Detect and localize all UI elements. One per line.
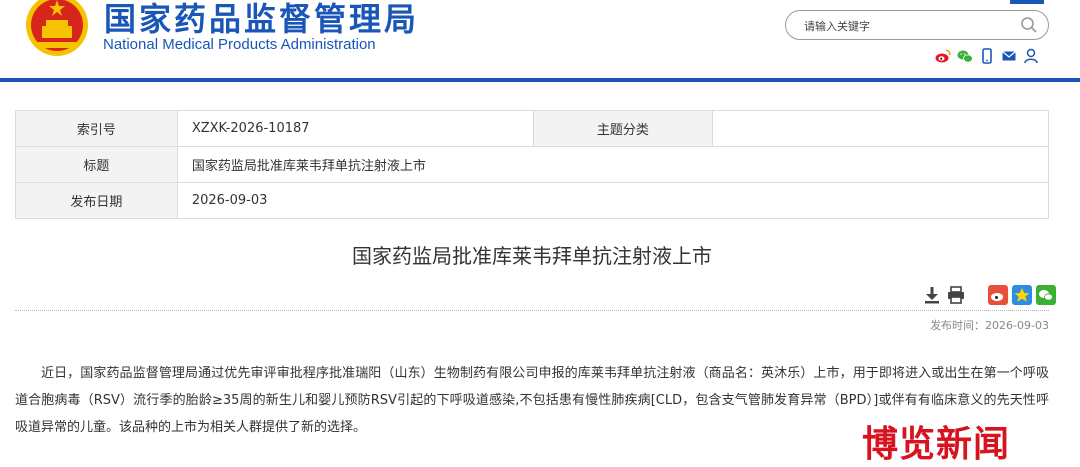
download-icon[interactable] xyxy=(922,285,942,305)
search-input[interactable] xyxy=(802,15,1016,37)
index-value: XZXK-2026-10187 xyxy=(176,110,534,147)
header-divider xyxy=(0,78,1080,82)
search-icon[interactable] xyxy=(1020,16,1038,34)
national-emblem-icon xyxy=(26,0,88,56)
wechat-icon[interactable] xyxy=(957,48,973,64)
table-row: 标题 国家药监局批准库莱韦拜单抗注射液上市 xyxy=(15,146,1050,183)
category-label: 主题分类 xyxy=(532,110,714,147)
date-label: 发布日期 xyxy=(15,182,178,219)
publish-time-value: 2026-09-03 xyxy=(985,319,1049,332)
article-title: 国家药监局批准库莱韦拜单抗注射液上市 xyxy=(352,244,712,268)
info-table: 索引号 XZXK-2026-10187 主题分类 标题 国家药监局批准库莱韦拜单… xyxy=(15,110,1050,219)
weibo-icon[interactable] xyxy=(935,48,951,64)
mobile-icon[interactable] xyxy=(979,48,995,64)
article-toolbar xyxy=(922,284,1056,306)
share-weibo-icon[interactable] xyxy=(988,285,1008,305)
publish-time: 发布时间：2026-09-03 xyxy=(930,317,1049,333)
search-box xyxy=(785,10,1049,40)
title-label: 标题 xyxy=(15,146,178,183)
date-value: 2026-09-03 xyxy=(176,182,1050,219)
site-title-cn[interactable]: 国家药品监督管理局 xyxy=(104,0,419,40)
publish-time-label: 发布时间： xyxy=(930,319,986,332)
table-row: 索引号 XZXK-2026-10187 主题分类 xyxy=(15,110,1049,147)
index-label: 索引号 xyxy=(15,110,178,147)
title-value: 国家药监局批准库莱韦拜单抗注射液上市 xyxy=(176,146,1050,183)
mail-icon[interactable] xyxy=(1001,48,1017,64)
share-wechat-icon[interactable] xyxy=(1036,285,1056,305)
site-title-en[interactable]: National Medical Products Administration xyxy=(103,36,376,53)
article-divider xyxy=(15,310,1049,311)
print-icon[interactable] xyxy=(946,285,966,305)
site-header: 国家药品监督管理局 National Medical Products Admi… xyxy=(0,0,1080,78)
table-row: 发布日期 2026-09-03 xyxy=(15,182,1050,219)
category-value xyxy=(712,110,1049,147)
top-bar-tab[interactable] xyxy=(1010,0,1044,4)
user-icon[interactable] xyxy=(1023,48,1039,64)
social-links xyxy=(935,46,1039,66)
share-qzone-icon[interactable] xyxy=(1012,285,1032,305)
watermark: 博览新闻 xyxy=(862,415,1011,467)
